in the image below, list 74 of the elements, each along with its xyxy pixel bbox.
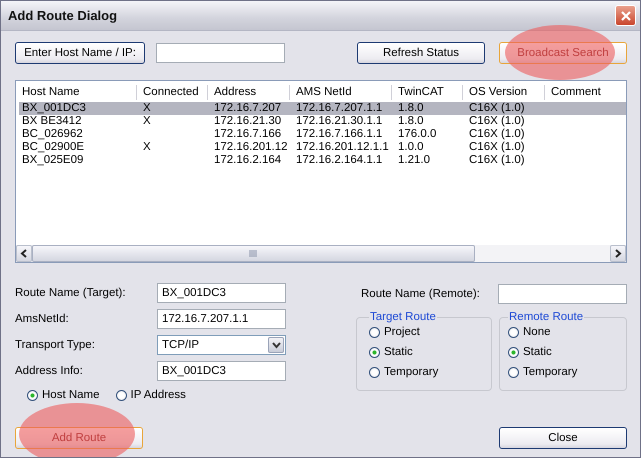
radio-option[interactable]: IP Address [116, 387, 186, 403]
selected-row[interactable]: BX_001DC3 X 172.16.7.207 172.16.7.207.1.1 1.8.0 C16X (1.0) [19, 102, 626, 115]
table-cell: 172.16.201.12.1.1 [296, 141, 389, 153]
table-cell: 1.21.0 [398, 154, 430, 166]
table-cell: 172.16.2.164 [214, 154, 282, 166]
table-row[interactable]: BC_02900E X 172.16.201.12 172.16.201.12.1.1 1.0.0 C16X (1.0) [19, 141, 626, 154]
table-cell: C16X (1.0) [469, 102, 525, 114]
horizontal-scrollbar[interactable] [16, 245, 626, 262]
table-cell: 172.16.7.166.1.1 [296, 128, 382, 140]
table-cell: C16X (1.0) [469, 154, 525, 166]
table-cell: 1.0.0 [398, 141, 424, 153]
table-cell: 176.0.0 [398, 128, 436, 140]
text-field[interactable]: BX_001DC3 [157, 361, 286, 381]
table-row[interactable]: BX BE3412 X 172.16.21.30 172.16.21.30.1.1 1.8.0 C16X (1.0) [19, 115, 626, 128]
radio-option[interactable]: None [508, 324, 620, 340]
dropdown-button[interactable] [268, 337, 284, 353]
radio-option[interactable]: Project [369, 324, 485, 340]
table-cell: X [143, 141, 151, 153]
table-cell: C16X (1.0) [469, 141, 525, 153]
table-cell: C16X (1.0) [469, 128, 525, 140]
table-cell: BX_025E09 [22, 154, 84, 166]
table-cell: BC_026962 [22, 128, 83, 140]
table-cell: 172.16.7.207.1.1 [296, 102, 382, 114]
table-cell: X [143, 102, 151, 114]
table-cell: BX_001DC3 [22, 102, 86, 114]
dialog-button[interactable]: Close [499, 427, 627, 449]
field-label: Transport Type: [15, 339, 95, 351]
column-header[interactable]: Address [208, 85, 290, 100]
table-cell: BC_02900E [22, 141, 84, 153]
radio-option[interactable]: Temporary [369, 364, 485, 380]
radio-option[interactable]: Host Name [27, 387, 100, 403]
text-field[interactable]: 172.16.7.207.1.1 [157, 309, 286, 329]
table-row[interactable]: BX_025E09 172.16.2.164 172.16.2.164.1.1 1.21.0 C16X (1.0) [19, 154, 626, 167]
column-header[interactable]: Connected [137, 85, 208, 100]
scroll-thumb[interactable] [32, 245, 475, 262]
window-title: Add Route Dialog [8, 8, 118, 23]
table-cell: 1.8.0 [398, 115, 424, 127]
column-header[interactable]: AMS NetId [290, 85, 392, 100]
table-row[interactable]: BC_026962 172.16.7.166 172.16.7.166.1.1 176.0.0 C16X (1.0) [19, 128, 626, 141]
host-button[interactable]: Enter Host Name / IP: [15, 42, 145, 64]
field-label: Route Name (Target): [15, 287, 126, 299]
table-cell: BX BE3412 [22, 115, 82, 127]
table-cell: 172.16.7.207 [214, 102, 282, 114]
table-cell: 172.16.21.30.1.1 [296, 115, 382, 127]
group-title: Remote Route [508, 311, 584, 323]
table-cell: X [143, 115, 151, 127]
column-header[interactable]: Host Name [16, 85, 137, 100]
close-icon [620, 10, 632, 22]
column-header[interactable]: Comment [545, 85, 626, 100]
dropdown-field[interactable]: TCP/IP [157, 335, 286, 355]
table-cell: 172.16.21.30 [214, 115, 282, 127]
table-cell: C16X (1.0) [469, 115, 525, 127]
group-title: Target Route [369, 311, 437, 323]
table-cell: 172.16.2.164.1.1 [296, 154, 382, 166]
table-cell: 172.16.201.12 [214, 141, 288, 153]
text-field[interactable]: BX_001DC3 [157, 283, 286, 303]
radio-option[interactable]: Temporary [508, 364, 620, 380]
field-label: Address Info: [15, 365, 83, 377]
host-input-field[interactable] [156, 43, 285, 63]
close-button[interactable] [615, 5, 636, 26]
chevron-down-icon [272, 342, 280, 348]
field-label: Route Name (Remote): [361, 288, 480, 300]
table-cell: 172.16.7.166 [214, 128, 282, 140]
scroll-left-button[interactable] [16, 245, 32, 262]
radio-option[interactable]: Static [369, 344, 485, 360]
table-cell: 1.8.0 [398, 102, 424, 114]
scroll-right-button[interactable] [610, 245, 626, 262]
grip-icon [249, 250, 258, 257]
radio-option[interactable]: Static [508, 344, 620, 360]
toolbar-button[interactable]: Refresh Status [357, 42, 485, 64]
column-header[interactable]: TwinCAT [392, 85, 463, 100]
field-label: AmsNetId: [15, 313, 69, 325]
column-header[interactable]: OS Version [463, 85, 545, 100]
text-field[interactable] [498, 284, 627, 304]
